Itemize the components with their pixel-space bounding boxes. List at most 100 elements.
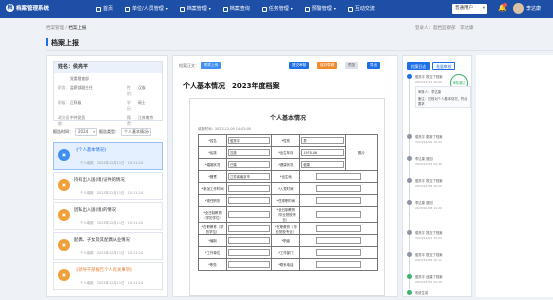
profile-value: 中共党员	[70, 115, 86, 120]
log-text: 审核人：李达康	[418, 90, 442, 94]
bell-icon[interactable]: 🔔	[498, 3, 507, 12]
birth-field[interactable]: 1978-06	[301, 149, 344, 156]
position-time-field[interactable]	[316, 196, 362, 204]
role-select[interactable]: 普通用户	[452, 4, 487, 14]
submit-button[interactable]: 提交审核	[289, 62, 310, 69]
fulltime-school-field[interactable]	[316, 210, 362, 218]
form-row: *籍贯 江苏省南京市 *出生地	[197, 170, 378, 183]
ethnicity-field[interactable]: 汉族	[228, 149, 271, 156]
form-cell	[226, 194, 273, 207]
position-field[interactable]	[228, 196, 271, 204]
list-item[interactable]: ▣ 持有出入国(境)证件的情况 个人填报 2023年12月11日 10:11:2…	[53, 172, 163, 200]
nav-item-interact[interactable]: 互动交流	[342, 0, 381, 18]
profile-row: 党委督查部	[58, 76, 158, 82]
log-panel: 档案日志 批量审核 审核通过 侯亮平 提交了档案 2023/12/10 10:2…	[402, 55, 472, 297]
fulltime-degree-field[interactable]	[228, 210, 271, 218]
form-label: *任现职时间	[271, 194, 301, 207]
profile-row: 职务： 监察部副主任 性别： 汉族	[58, 85, 158, 97]
app-logo[interactable]: 档 档案管理系统	[6, 4, 49, 12]
profile-row: 政治面貌： 中共党员 籍贯： 江苏南京	[58, 115, 158, 127]
profile-key: 职务：	[58, 85, 70, 90]
name-value: 侯亮平	[73, 64, 89, 70]
paper-title: 个人基本情况	[269, 115, 306, 122]
health-field[interactable]: 健康	[301, 161, 344, 168]
upload-button[interactable]: 附件上传	[201, 62, 222, 69]
form-label: *全日制教育（学历学位）	[197, 206, 228, 223]
nav-label: 预警管理	[311, 6, 332, 12]
document-icon: ▣	[58, 179, 70, 191]
form-label: *在职教育（毕业院校专业）	[271, 222, 301, 235]
list-item[interactable]: ▣ 配偶、子女及其配偶从业情况 个人填报 2023年12月11日 10:11:2…	[53, 232, 163, 260]
profile-card: 姓名：侯亮平 党委督查部 职务： 监察部副主任 性别： 汉族 职级： 正科级 学历： 硕士 …	[53, 61, 163, 126]
phone-field[interactable]	[316, 260, 362, 268]
profile-value: 正科级	[70, 100, 82, 105]
list-item[interactable]: ▣ 《领导干部报告个人有关事项》 个人填报 2023年12月11日 10:11:…	[53, 262, 163, 290]
name-field[interactable]: 侯亮平	[228, 137, 271, 144]
form-row: *姓名 侯亮平 *性别 男 照片	[197, 134, 379, 171]
log-text: 侯亮平 提交了档案	[415, 179, 443, 183]
tab-archive-log[interactable]: 档案日志	[407, 62, 431, 70]
form-label: *职务	[197, 258, 228, 271]
nav-item-task[interactable]: 任务管理 ▾	[256, 0, 299, 18]
form-label: *现任职务	[197, 194, 228, 207]
category-select[interactable]: 个人基本情况	[121, 127, 151, 136]
chevron-down-icon: ▾	[290, 6, 293, 11]
nav-item-query[interactable]: 档案查询	[217, 0, 256, 18]
form-label: *民族	[197, 146, 228, 159]
page-title: 档案上报	[46, 38, 553, 51]
item-time: 2023年12月11日 10:11:24	[96, 221, 144, 225]
item-title: 配偶、子女及其配偶从业情况	[74, 238, 130, 243]
birthplace-field[interactable]	[316, 172, 362, 180]
save-draft-button[interactable]: 保存草稿	[317, 62, 338, 69]
user-name[interactable]: 李达康	[526, 5, 541, 12]
nav-item-org[interactable]: 单位/人员管理 ▾	[119, 0, 174, 18]
avatar[interactable]	[513, 3, 524, 14]
form-table: *姓名 侯亮平 *性别 男 照片 *民族 汉族 *出生年月 1978-06 *婚…	[197, 134, 379, 271]
year-label: 报告时间：	[53, 128, 73, 134]
profile-key: 性别：	[127, 85, 135, 96]
form-cell	[226, 258, 273, 271]
list-item[interactable]: ▣ 因私出入国(境)的情况 个人填报 2023年12月11日 10:11:24	[53, 202, 163, 230]
breadcrumb-current: 档案上报	[68, 26, 87, 31]
native-place-field[interactable]: 江苏省南京市	[228, 173, 271, 180]
photo-cell[interactable]: 照片	[344, 134, 379, 171]
form-cell: 已婚	[226, 158, 273, 171]
inservice-school-field[interactable]	[316, 224, 362, 232]
nav-item-archive[interactable]: 档案管理 ▾	[174, 0, 217, 18]
nav-item-warning[interactable]: 预警管理 ▾	[299, 0, 342, 18]
export-button[interactable]: 导出	[367, 62, 381, 69]
item-meta: 个人填报 2023年12月11日 10:11:24	[80, 250, 143, 255]
form-label: *职级	[271, 234, 301, 247]
log-time: 2023/12/09 09:40	[415, 162, 442, 166]
logo-icon: 档	[6, 4, 14, 12]
item-who: 个人填报	[80, 281, 94, 285]
warning-icon	[304, 6, 310, 12]
profile-value: 硕士	[138, 100, 146, 105]
report-list: ▣ 《个人基本情况》 个人填报 2023年12月11日 10:11:24 ▣ 持…	[53, 142, 163, 292]
party-join-field[interactable]	[316, 184, 362, 192]
gender-field[interactable]: 男	[301, 137, 344, 144]
breadcrumb-parent[interactable]: 档案管理	[46, 26, 64, 31]
item-meta: 个人填报 2023年12月11日 10:11:24	[80, 280, 143, 285]
year-select[interactable]: 2024	[75, 127, 97, 136]
marital-field[interactable]: 已婚	[228, 161, 271, 168]
work-start-field[interactable]	[228, 184, 271, 192]
task-icon	[261, 6, 267, 12]
form-cell	[299, 206, 378, 223]
chevron-down-icon: ▾	[165, 6, 168, 11]
org-icon	[125, 6, 131, 12]
item-meta: 个人填报 2023年12月11日 10:11:24	[80, 220, 143, 225]
rank-field[interactable]	[316, 236, 362, 244]
profile-row: 职级： 正科级 学历： 硕士	[58, 100, 158, 112]
preview-button[interactable]: 预览	[345, 62, 359, 69]
tab-batch-review[interactable]: 批量审核	[432, 62, 456, 70]
inservice-degree-field[interactable]	[228, 224, 271, 232]
staffing-field[interactable]	[228, 236, 271, 244]
list-item[interactable]: ▣ 《个人基本情况》 个人填报 2023年12月11日 10:11:24	[53, 142, 163, 170]
log-time: 2023/12/09 10:22	[415, 140, 442, 144]
job-title-field[interactable]	[228, 260, 271, 268]
employer-field[interactable]	[228, 248, 271, 256]
department-field[interactable]	[316, 248, 362, 256]
login-info: 登录人：超档监察部 李达康	[415, 26, 474, 31]
nav-item-home[interactable]: 首页	[90, 0, 119, 18]
